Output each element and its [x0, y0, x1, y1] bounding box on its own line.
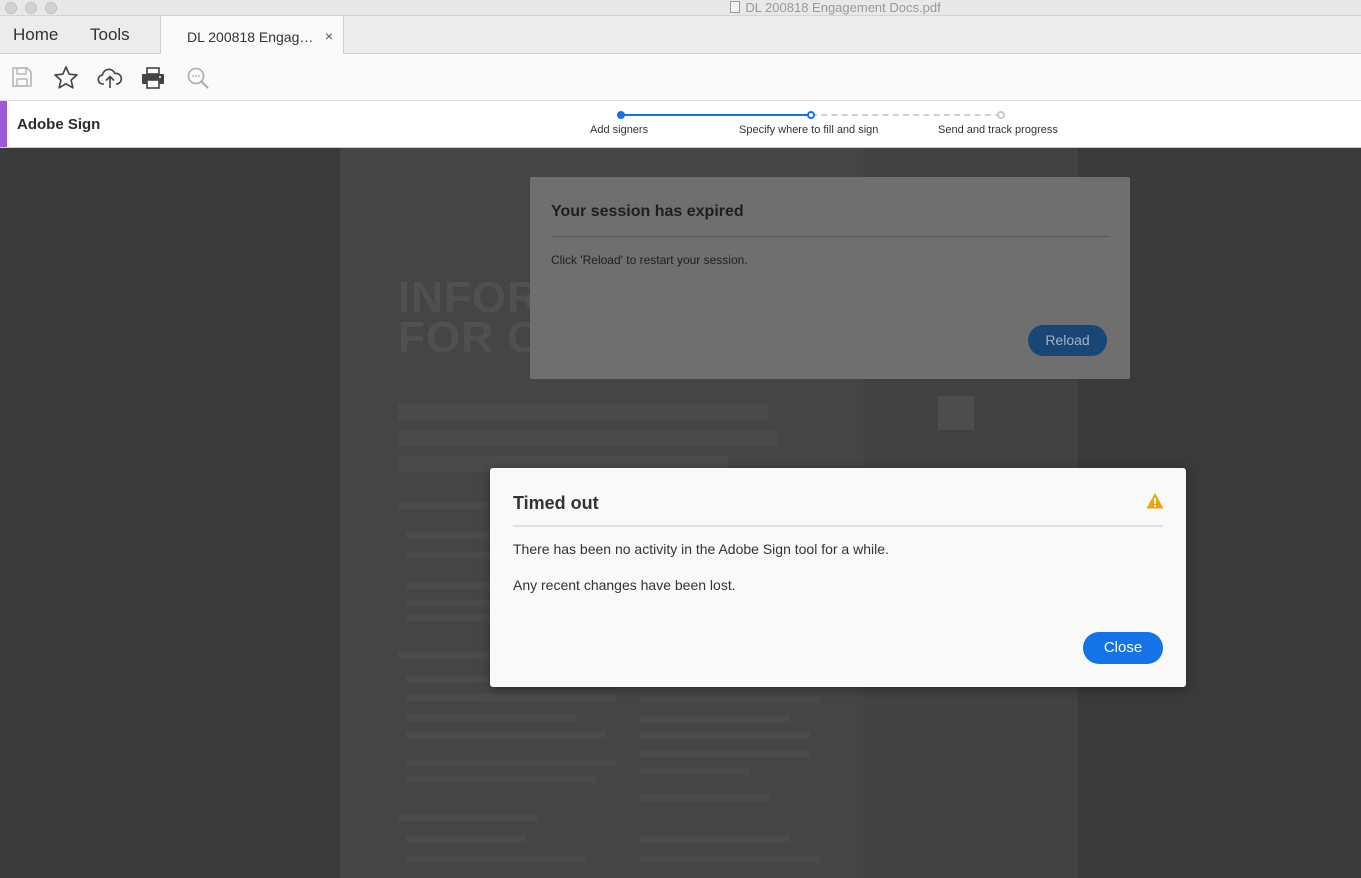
tab-tools[interactable]: Tools	[90, 16, 130, 54]
doc-text-line	[406, 836, 526, 843]
doc-text-line	[640, 768, 750, 775]
doc-text-line	[406, 856, 586, 863]
doc-text-line	[640, 716, 790, 723]
doc-text-line	[398, 502, 488, 509]
doc-text-line	[398, 814, 538, 821]
doc-heading-line2: FOR C	[398, 313, 540, 362]
adobe-sign-title: Adobe Sign	[17, 116, 101, 133]
timed-out-dialog: Timed out There has been no activity in …	[490, 468, 1186, 687]
cloud-upload-icon[interactable]	[97, 65, 123, 91]
session-expired-message: Click 'Reload' to restart your session.	[551, 253, 748, 267]
search-zoom-icon[interactable]	[185, 65, 211, 91]
tab-document-label: DL 200818 Engag…	[187, 29, 314, 45]
window-titlebar: DL 200818 Engagement Docs.pdf	[0, 0, 1361, 16]
timed-out-divider	[513, 525, 1163, 527]
timed-out-title: Timed out	[513, 493, 599, 513]
doc-text-line	[640, 856, 820, 863]
timed-out-message-line2: Any recent changes have been lost.	[513, 577, 736, 593]
tab-home[interactable]: Home	[13, 16, 58, 54]
window-title-text: DL 200818 Engagement Docs.pdf	[745, 0, 941, 15]
close-button[interactable]: Close	[1083, 632, 1163, 664]
step-label-specify[interactable]: Specify where to fill and sign	[739, 124, 878, 136]
doc-text-line	[406, 732, 606, 739]
doc-text-line	[640, 794, 770, 801]
session-dialog-divider	[551, 236, 1109, 237]
progress-line-remaining	[811, 114, 1001, 116]
doc-text-line	[406, 760, 616, 767]
step-dot-send	[997, 111, 1005, 119]
step-dot-specify	[807, 111, 815, 119]
doc-heading-line1: INFOR	[398, 273, 540, 322]
bookmark-star-icon[interactable]	[53, 65, 79, 91]
session-expired-title: Your session has expired	[551, 203, 744, 220]
doc-text-line	[640, 696, 820, 703]
doc-text-line	[640, 836, 790, 843]
print-icon[interactable]	[140, 65, 166, 91]
step-dot-add-signers	[617, 111, 625, 119]
sign-accent-stripe	[0, 101, 7, 147]
tab-document[interactable]: DL 200818 Engag… ×	[160, 16, 344, 54]
doc-text-line	[640, 732, 810, 739]
toolbar	[0, 54, 1361, 101]
doc-text-line	[406, 714, 576, 721]
step-label-send[interactable]: Send and track progress	[938, 124, 1058, 136]
save-icon[interactable]	[10, 65, 36, 91]
doc-subheading-line	[398, 431, 778, 447]
progress-line-complete	[621, 114, 811, 116]
doc-text-line	[406, 776, 596, 783]
step-label-add-signers[interactable]: Add signers	[590, 124, 648, 136]
doc-subheading-line	[398, 404, 768, 420]
close-tab-icon[interactable]: ×	[325, 29, 333, 43]
session-expired-dialog: Your session has expired Click 'Reload' …	[530, 177, 1130, 379]
doc-text-line	[406, 694, 616, 701]
timed-out-message-line1: There has been no activity in the Adobe …	[513, 541, 889, 557]
reload-button[interactable]: Reload	[1028, 325, 1107, 356]
adobe-sign-bar: Adobe Sign Add signers Specify where to …	[0, 101, 1361, 148]
window-title: DL 200818 Engagement Docs.pdf	[0, 0, 1361, 15]
warning-icon	[1146, 492, 1164, 510]
pdf-file-icon	[730, 1, 741, 13]
doc-logo-mark	[938, 396, 974, 430]
doc-text-line	[640, 750, 810, 757]
tab-bar: Home Tools DL 200818 Engag… ×	[0, 16, 1361, 54]
